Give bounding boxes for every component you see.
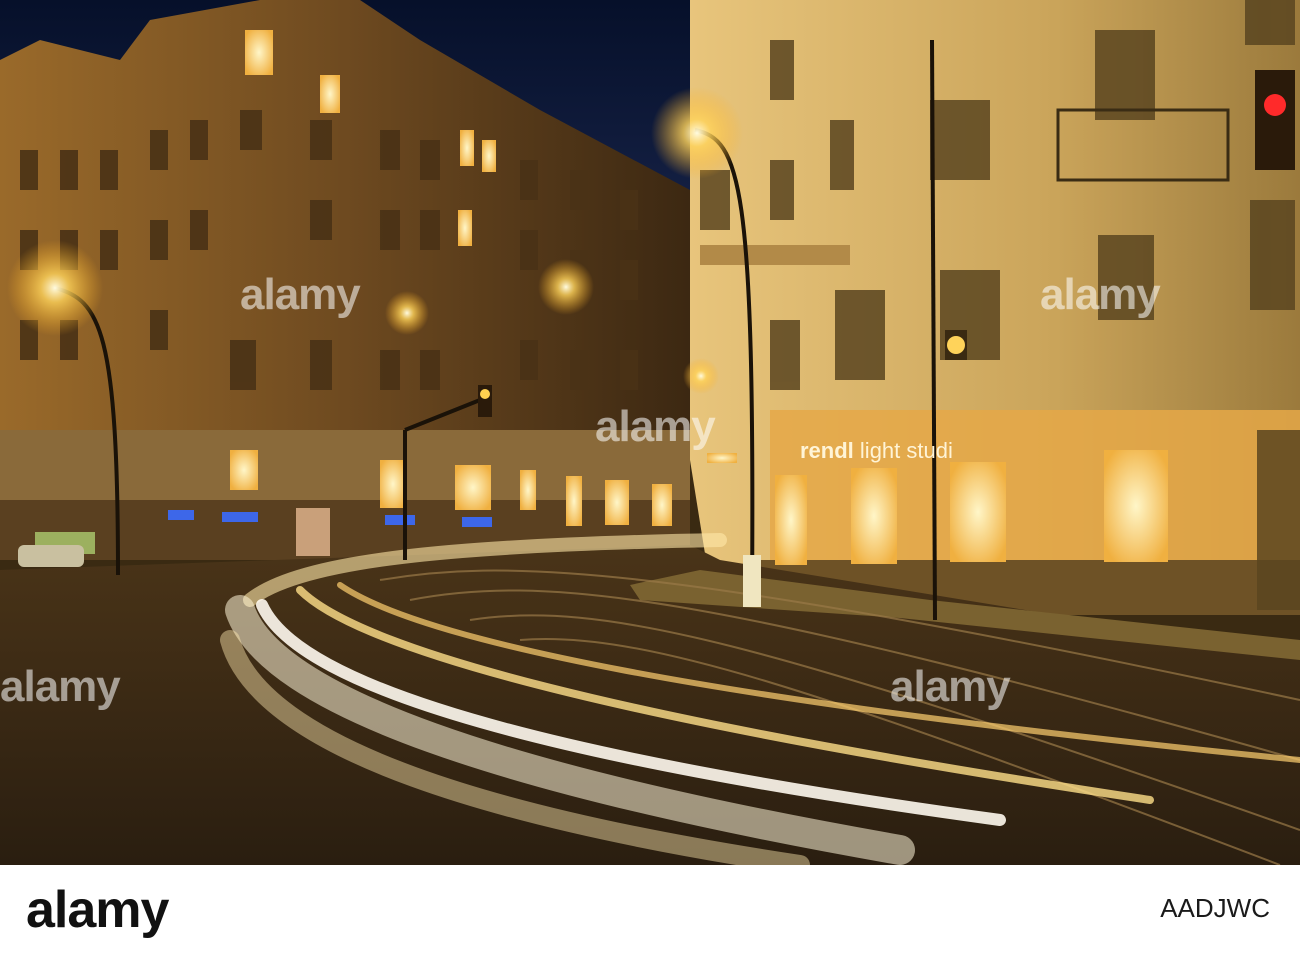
street-photo: rendl light studi alamy alamy alamy alam… bbox=[0, 0, 1300, 865]
watermark: alamy bbox=[1040, 270, 1161, 319]
shop-sign-word-one: rendl bbox=[800, 438, 854, 463]
shop-sign-word-two: light studi bbox=[859, 438, 953, 463]
alamy-logo: alamy bbox=[26, 881, 169, 939]
watermark: alamy bbox=[240, 270, 361, 319]
shop-sign: rendl light studi bbox=[800, 438, 953, 464]
watermark: alamy bbox=[0, 662, 121, 711]
watermark: alamy bbox=[890, 662, 1011, 711]
image-id: AADJWC bbox=[1160, 893, 1270, 923]
footer-bar bbox=[0, 865, 1300, 955]
watermark: alamy bbox=[595, 402, 716, 451]
